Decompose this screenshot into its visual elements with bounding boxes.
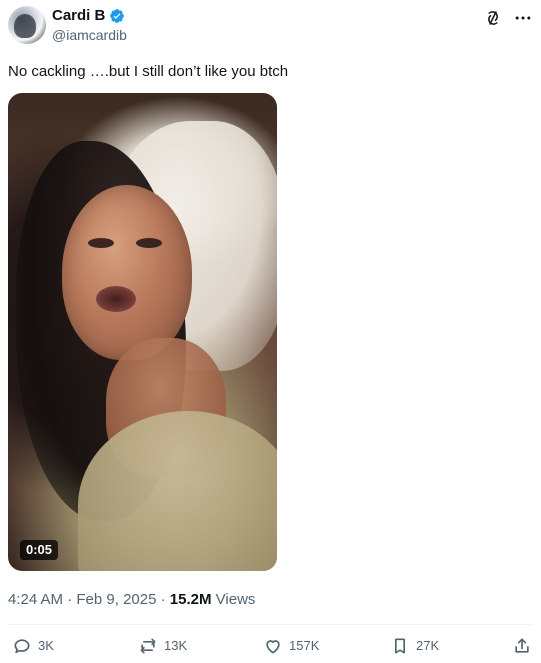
author-name-row: Cardi B — [52, 7, 125, 25]
reply-icon — [12, 636, 32, 656]
repost-count: 13K — [164, 638, 188, 653]
share-icon — [512, 636, 532, 656]
video-media[interactable] — [8, 93, 277, 571]
repost-icon — [138, 636, 158, 656]
divider — [8, 624, 533, 625]
more-icon[interactable] — [513, 8, 533, 28]
header-actions — [483, 8, 533, 28]
grok-icon[interactable] — [483, 8, 503, 28]
reply-count: 3K — [38, 638, 54, 653]
author-display-name[interactable]: Cardi B — [52, 7, 105, 25]
meta-separator: · — [67, 591, 73, 608]
video-frame-face — [62, 185, 192, 360]
meta-separator: · — [160, 591, 166, 608]
repost-button[interactable]: 13K — [138, 634, 187, 658]
reply-button[interactable]: 3K — [12, 634, 54, 658]
like-count: 157K — [289, 638, 320, 653]
like-button[interactable]: 157K — [263, 634, 319, 658]
video-frame-eye-right — [136, 238, 162, 248]
share-button[interactable] — [512, 634, 532, 658]
author-handle[interactable]: @iamcardib — [52, 27, 127, 44]
bookmark-icon — [390, 636, 410, 656]
post-time[interactable]: 4:24 AM — [8, 591, 63, 608]
post-text: No cackling ….but I still don’t like you… — [8, 63, 289, 80]
post-meta: 4:24 AM · Feb 9, 2025 · 15.2M Views — [8, 590, 255, 610]
video-frame-mouth — [96, 286, 136, 312]
avatar[interactable] — [8, 6, 46, 44]
bookmark-button[interactable]: 27K — [390, 634, 439, 658]
heart-icon — [263, 636, 283, 656]
video-duration-badge: 0:05 — [20, 540, 59, 560]
avatar-image — [14, 14, 36, 38]
views-count: 15.2M — [169, 591, 212, 608]
views-label: Views — [215, 591, 256, 608]
video-frame-eye-left — [88, 238, 114, 248]
post-date[interactable]: Feb 9, 2025 — [76, 591, 156, 608]
verified-badge-icon[interactable] — [109, 8, 125, 24]
bookmark-count: 27K — [416, 638, 440, 653]
action-bar: 3K 13K 157K 27K — [8, 634, 533, 658]
